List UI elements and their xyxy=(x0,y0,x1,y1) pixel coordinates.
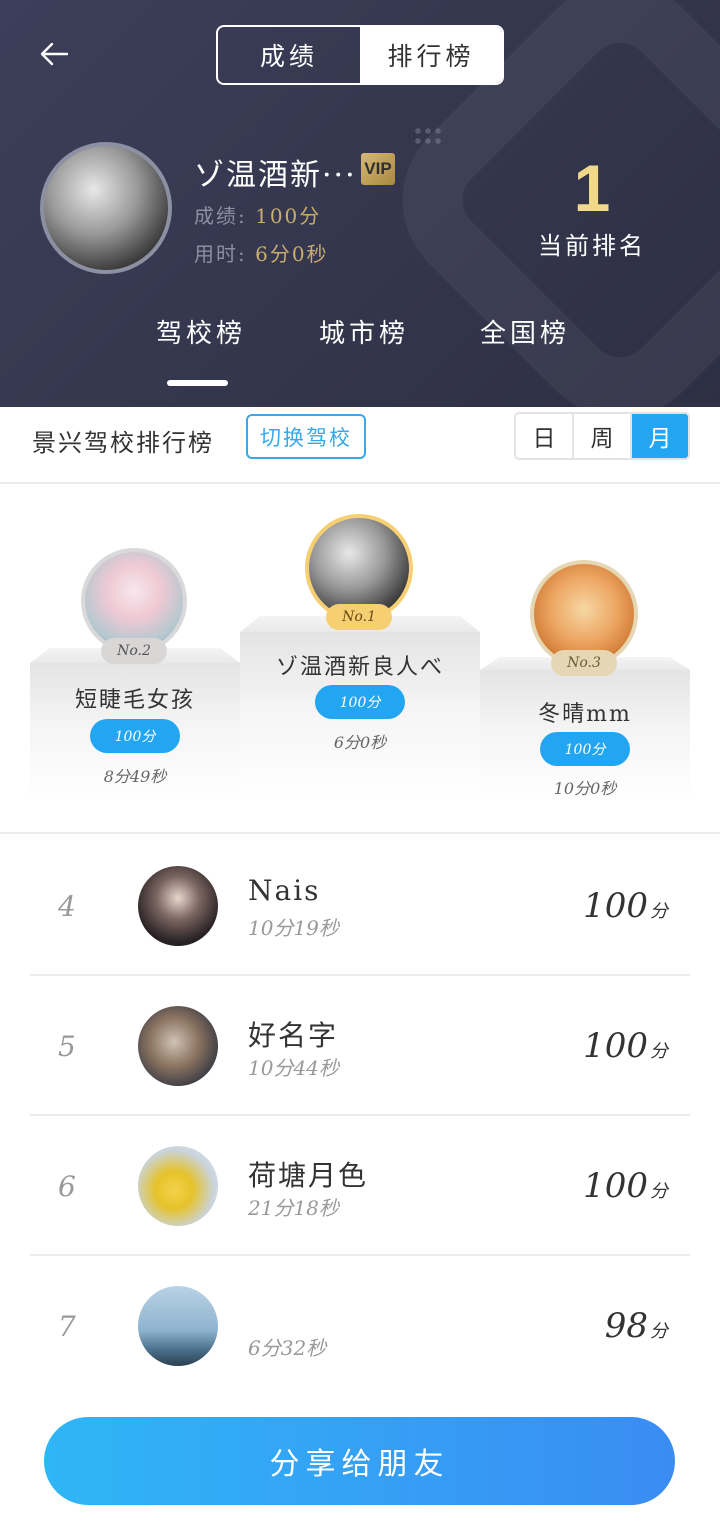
second-place-score: 100分 xyxy=(90,719,180,753)
second-place-badge: No.2 xyxy=(101,638,167,664)
user-avatar[interactable] xyxy=(40,142,172,274)
user-name: ゾ温酒新··· xyxy=(194,158,357,193)
current-rank-value: 1 xyxy=(573,151,611,225)
period-day[interactable]: 日 xyxy=(516,414,574,458)
row-score-unit: 分 xyxy=(650,1041,668,1062)
row-avatar[interactable] xyxy=(138,866,218,946)
row-score-value: 100 xyxy=(583,1026,648,1066)
segment-leaderboard[interactable]: 排行榜 xyxy=(360,27,502,83)
user-time-line: 用时: 6分0秒 xyxy=(194,238,329,267)
active-tab-indicator xyxy=(167,380,228,386)
tab-national[interactable]: 全国榜 xyxy=(480,313,570,350)
row-time: 6分32秒 xyxy=(248,1336,327,1360)
row-time: 10分19秒 xyxy=(248,916,339,940)
segment-scores[interactable]: 成绩 xyxy=(218,27,360,83)
row-score: 100 分 xyxy=(583,1026,668,1066)
row-score-value: 98 xyxy=(604,1306,648,1346)
filter-row: 景兴驾校排行榜 切换驾校 日 周 月 xyxy=(0,407,720,484)
row-name: 荷塘月色 xyxy=(248,1159,369,1192)
second-place-name: 短睫毛女孩 xyxy=(74,688,195,713)
ranking-row[interactable]: 4 Nais 10分19秒 100 分 xyxy=(30,836,690,976)
ranking-row[interactable]: 5 好名字 10分44秒 100 分 xyxy=(30,976,690,1116)
third-place-time: 10分0秒 xyxy=(553,779,617,798)
row-score: 100 分 xyxy=(583,886,668,926)
user-score-line: 成绩: 100分 xyxy=(194,200,321,229)
row-score-unit: 分 xyxy=(650,1181,668,1202)
score-value: 100分 xyxy=(255,204,322,228)
switch-school-button[interactable]: 切换驾校 xyxy=(246,414,366,459)
school-leaderboard-title: 景兴驾校排行榜 xyxy=(32,429,214,457)
third-place-badge: No.3 xyxy=(551,650,617,676)
row-score-unit: 分 xyxy=(650,1321,668,1342)
period-selector: 日 周 月 xyxy=(514,412,690,460)
current-rank-label: 当前排名 xyxy=(538,232,646,260)
time-value: 6分0秒 xyxy=(255,242,329,266)
row-avatar[interactable] xyxy=(138,1286,218,1366)
podium: No.2 No.1 No.3 短睫毛女孩 ゾ温酒新良人べ 冬晴mm 100分 1… xyxy=(0,486,720,834)
segment-control: 成绩 排行榜 xyxy=(216,25,504,85)
first-place-name: ゾ温酒新良人べ xyxy=(275,655,444,680)
period-month[interactable]: 月 xyxy=(632,414,688,458)
tab-school[interactable]: 驾校榜 xyxy=(156,313,246,350)
row-score-unit: 分 xyxy=(650,901,668,922)
row-score-value: 100 xyxy=(583,1166,648,1206)
third-place-name: 冬晴mm xyxy=(538,702,632,727)
row-avatar[interactable] xyxy=(138,1006,218,1086)
row-time: 10分44秒 xyxy=(248,1056,339,1080)
row-time: 21分18秒 xyxy=(248,1196,339,1220)
row-score: 100 分 xyxy=(583,1166,668,1206)
row-name: 好名字 xyxy=(248,1019,339,1052)
first-place-time: 6分0秒 xyxy=(333,733,387,752)
vip-badge: VIP xyxy=(361,153,395,185)
share-to-friends-button[interactable]: 分享给朋友 xyxy=(44,1417,675,1505)
row-name: Nais xyxy=(248,874,321,907)
row-score-value: 100 xyxy=(583,886,648,926)
first-place-badge: No.1 xyxy=(326,604,392,630)
row-rank: 5 xyxy=(58,1030,76,1063)
row-avatar[interactable] xyxy=(138,1146,218,1226)
second-place-time: 8分49秒 xyxy=(103,767,167,786)
score-label: 成绩: xyxy=(194,204,247,228)
back-button[interactable] xyxy=(32,34,76,74)
ranking-row[interactable]: 7 6分32秒 98 分 xyxy=(30,1256,690,1396)
row-rank: 7 xyxy=(58,1310,76,1343)
third-place-score: 100分 xyxy=(540,732,630,766)
dot-pattern-decoration xyxy=(413,126,445,148)
ranking-list: 4 Nais 10分19秒 100 分 5 好名字 10分44秒 100 分 6 荷… xyxy=(0,836,720,1396)
first-place-score: 100分 xyxy=(315,685,405,719)
header: 成绩 排行榜 ゾ温酒新··· VIP 成绩: 100分 用时: 6分0秒 1 当… xyxy=(0,0,720,407)
tab-city[interactable]: 城市榜 xyxy=(319,313,409,350)
row-rank: 6 xyxy=(58,1170,76,1203)
row-rank: 4 xyxy=(58,890,76,923)
ranking-row[interactable]: 6 荷塘月色 21分18秒 100 分 xyxy=(30,1116,690,1256)
back-arrow-icon xyxy=(40,42,69,66)
period-week[interactable]: 周 xyxy=(574,414,632,458)
time-label: 用时: xyxy=(194,242,247,266)
row-score: 98 分 xyxy=(605,1306,668,1346)
